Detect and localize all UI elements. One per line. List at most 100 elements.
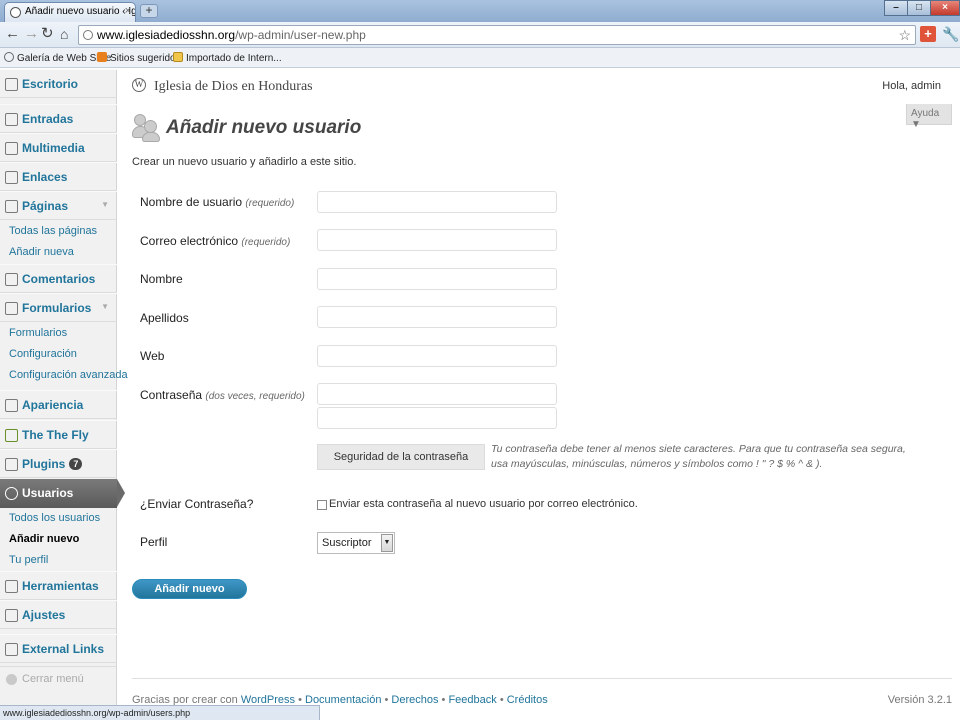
extension-plus-icon[interactable]: + <box>920 26 936 42</box>
menu-label: Plugins <box>22 457 66 471</box>
thefly-icon <box>5 429 18 442</box>
window-minimize-button[interactable]: – <box>884 0 908 16</box>
submenu-todos-usuarios[interactable]: Todos los usuarios <box>9 512 100 524</box>
footer-link-derechos[interactable]: Derechos <box>391 694 438 706</box>
reload-icon[interactable]: ↻ <box>41 26 54 42</box>
menu-item-usuarios[interactable]: Usuarios <box>0 479 117 508</box>
plugin-icon <box>5 458 18 471</box>
admin-header: W Iglesia de Dios en Honduras Hola, admi… <box>132 69 952 105</box>
menu-item-enlaces[interactable]: Enlaces <box>0 162 117 191</box>
password-confirm-input[interactable] <box>317 407 557 429</box>
menu-item-plugins[interactable]: Plugins 7 <box>0 449 117 478</box>
browser-tab[interactable]: Añadir nuevo usuario ‹ Igle × <box>4 2 136 22</box>
menu-item-external-links[interactable]: External Links <box>0 634 117 663</box>
firstname-input[interactable] <box>317 268 557 290</box>
menu-label: Formularios <box>22 301 92 315</box>
window-maximize-button[interactable]: □ <box>907 0 931 16</box>
home-icon[interactable]: ⌂ <box>60 26 68 42</box>
bookmark-web-slice[interactable]: Galería de Web Slice <box>4 52 111 64</box>
menu-label: Herramientas <box>22 579 99 593</box>
menu-label: Enlaces <box>22 170 68 184</box>
web-slice-icon <box>4 52 14 62</box>
submenu-tu-perfil[interactable]: Tu perfil <box>9 554 48 566</box>
menu-label: Entradas <box>22 112 74 126</box>
username-input[interactable] <box>317 191 557 213</box>
required-note: (requerido) <box>241 237 291 248</box>
menu-label: The The Fly <box>22 428 89 442</box>
bookmark-label: Sitios sugeridos <box>110 53 181 64</box>
required-note: (dos veces, requerido) <box>205 391 305 402</box>
role-select[interactable]: Suscriptor ▼ <box>317 532 395 554</box>
wrench-icon[interactable]: 🔧 <box>942 26 959 43</box>
footer-separator: • <box>496 694 507 706</box>
admin-menu: Escritorio Entradas Multimedia Enlaces P… <box>0 69 128 720</box>
menu-item-ajustes[interactable]: Ajustes <box>0 600 117 629</box>
page-title: Añadir nuevo usuario <box>166 117 362 138</box>
footer-link-creditos[interactable]: Créditos <box>507 694 548 706</box>
chevron-down-icon[interactable]: ▼ <box>381 534 393 552</box>
window-close-button[interactable]: × <box>930 0 960 16</box>
email-input[interactable] <box>317 229 557 251</box>
submenu-anadir-nueva[interactable]: Añadir nueva <box>9 246 74 258</box>
menu-item-paginas[interactable]: Páginas ▼ <box>0 191 117 220</box>
wp-version: Versión 3.2.1 <box>887 694 952 706</box>
new-tab-button[interactable]: + <box>140 4 158 18</box>
link-icon <box>5 171 18 184</box>
user-greeting[interactable]: Hola, admin <box>882 80 941 92</box>
footer-link-feedback[interactable]: Feedback <box>448 694 496 706</box>
bookmark-suggested-sites[interactable]: Sitios sugeridos <box>97 52 181 64</box>
collapse-menu[interactable]: Cerrar menú <box>0 666 117 690</box>
menu-item-multimedia[interactable]: Multimedia <box>0 133 117 162</box>
label-text: Contraseña <box>140 388 203 402</box>
forward-arrow-icon[interactable]: → <box>24 26 39 42</box>
browser-status-bar: www.iglesiadediosshn.org/wp-admin/users.… <box>0 705 320 720</box>
bookmark-imported-folder[interactable]: Importado de Intern... <box>173 52 282 64</box>
suggested-sites-icon <box>97 52 107 62</box>
lastname-input[interactable] <box>317 306 557 328</box>
help-tab[interactable]: Ayuda ▼ <box>906 104 952 130</box>
submenu-configuracion-avanzada[interactable]: Configuración avanzada <box>9 369 128 381</box>
submenu-anadir-nuevo[interactable]: Añadir nuevo <box>9 533 79 545</box>
menu-label: Usuarios <box>22 486 74 500</box>
send-password-checkbox[interactable] <box>317 500 327 510</box>
menu-item-comentarios[interactable]: Comentarios <box>0 264 117 293</box>
submenu-formularios[interactable]: Formularios <box>9 327 67 339</box>
menu-item-escritorio[interactable]: Escritorio <box>0 69 117 98</box>
bookmark-star-icon[interactable]: ☆ <box>898 27 911 44</box>
add-user-button[interactable]: Añadir nuevo usuario <box>132 579 247 613</box>
address-bar[interactable]: www.iglesiadediosshn.org/wp-admin/user-n… <box>78 25 916 45</box>
footer-separator: • <box>438 694 449 706</box>
back-arrow-icon[interactable]: ← <box>5 26 20 42</box>
menu-item-formularios[interactable]: Formularios ▼ <box>0 293 117 322</box>
url-path: /wp-admin/user-new.php <box>235 28 366 42</box>
expand-arrow-icon[interactable]: ▼ <box>101 302 109 311</box>
collapse-label: Cerrar menú <box>22 673 84 685</box>
site-title[interactable]: Iglesia de Dios en Honduras <box>154 79 313 95</box>
users-title-icon <box>132 114 160 142</box>
expand-arrow-icon[interactable]: ▼ <box>101 200 109 209</box>
web-input[interactable] <box>317 345 557 367</box>
collapse-icon <box>6 674 17 685</box>
password-strength-indicator: Seguridad de la contraseña <box>317 444 485 470</box>
pages-icon <box>5 200 18 213</box>
users-icon <box>5 487 18 500</box>
bookmark-label: Importado de Intern... <box>186 53 282 64</box>
menu-item-herramientas[interactable]: Herramientas <box>0 571 117 600</box>
menu-item-entradas[interactable]: Entradas <box>0 104 117 133</box>
role-label: Perfil <box>140 535 168 549</box>
label-text: Nombre de usuario <box>140 195 243 209</box>
footer-separator: • <box>381 694 392 706</box>
page-icon <box>83 30 93 40</box>
url-host: www.iglesiadediosshn.org <box>97 28 236 42</box>
password-input[interactable] <box>317 383 557 405</box>
main-content: W Iglesia de Dios en Honduras Hola, admi… <box>118 69 960 720</box>
tab-close-icon[interactable]: × <box>125 5 131 17</box>
submenu-todas-paginas[interactable]: Todas las páginas <box>9 225 97 237</box>
submenu-configuracion[interactable]: Configuración <box>9 348 77 360</box>
password-label: Contraseña (dos veces, requerido) <box>140 388 305 402</box>
send-password-checkbox-label[interactable]: Enviar esta contraseña al nuevo usuario … <box>329 498 638 510</box>
media-icon <box>5 142 18 155</box>
firstname-label: Nombre <box>140 272 183 286</box>
menu-item-thefly[interactable]: The The Fly <box>0 420 117 449</box>
menu-item-apariencia[interactable]: Apariencia <box>0 390 117 419</box>
